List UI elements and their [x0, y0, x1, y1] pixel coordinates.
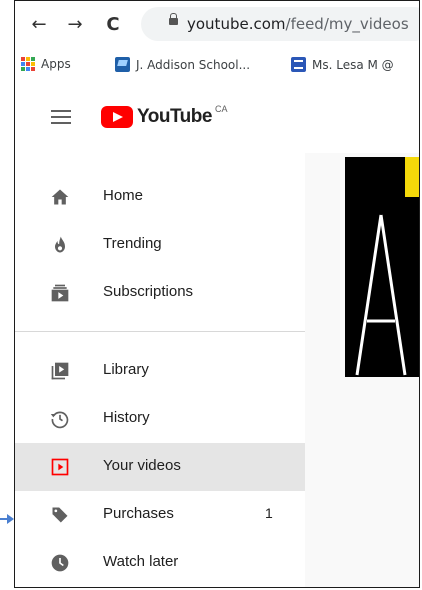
region-code: CA [214, 104, 228, 114]
sidebar-item-label: Trending [103, 235, 162, 252]
video-thumbnail[interactable] [345, 157, 419, 377]
bookmark-school[interactable]: J. Addison School... [115, 57, 250, 72]
bookmarks-bar: Apps J. Addison School... Ms. Lesa M @ [15, 47, 419, 84]
url-host: youtube.com [187, 15, 286, 33]
reload-button[interactable]: C [103, 15, 123, 35]
thumbnail-accent [405, 157, 419, 197]
subscriptions-icon [49, 282, 71, 304]
sidebar-item-label: Watch later [103, 553, 179, 570]
sidebar-item-history[interactable]: History [15, 395, 305, 443]
sidebar-item-label: History [103, 409, 150, 426]
watch-later-icon [49, 552, 71, 574]
browser-toolbar: ← → C youtube.com/feed/my_videos [15, 1, 419, 47]
forward-button[interactable]: → [65, 15, 85, 35]
sidebar-divider [15, 331, 305, 332]
menu-icon[interactable] [51, 110, 73, 126]
apps-grid-icon [21, 57, 35, 71]
sidebar-item-label: Subscriptions [103, 283, 194, 300]
main-content [305, 153, 419, 587]
sidebar-item-label: Library [103, 361, 149, 378]
sidebar-item-library[interactable]: Library [15, 347, 305, 395]
purchases-count: 1 [265, 505, 273, 521]
sidebar-item-label: Your videos [103, 457, 181, 474]
back-button[interactable]: ← [29, 15, 49, 35]
address-bar[interactable]: youtube.com/feed/my_videos [141, 7, 419, 41]
guide-sidebar: Home Trending Subscriptions Library Hist… [15, 153, 305, 587]
url-path: /feed/my_videos [285, 15, 409, 33]
pointer-arrow-icon [0, 514, 14, 524]
sidebar-item-label: Home [103, 187, 144, 204]
sidebar-item-home[interactable]: Home [15, 173, 305, 221]
bookmark-teacher[interactable]: Ms. Lesa M @ [291, 57, 394, 72]
your-videos-icon [49, 456, 71, 478]
calendar-icon [291, 57, 306, 72]
school-site-icon [115, 57, 130, 72]
forward-arrow-icon: → [67, 14, 83, 35]
bookmark-label: J. Addison School... [136, 57, 251, 72]
home-icon [49, 186, 71, 208]
sidebar-item-purchases[interactable]: Purchases 1 [15, 491, 305, 539]
sidebar-item-subscriptions[interactable]: Subscriptions [15, 269, 305, 317]
youtube-header: YouTube CA [15, 83, 419, 153]
sidebar-item-trending[interactable]: Trending [15, 221, 305, 269]
youtube-play-icon [101, 106, 133, 128]
url-text: youtube.com/feed/my_videos [187, 15, 409, 33]
trending-icon [49, 234, 71, 256]
screenshot-frame: ← → C youtube.com/feed/my_videos Apps J.… [14, 0, 420, 588]
sidebar-item-your-videos[interactable]: Your videos [15, 443, 305, 491]
bookmark-label: Ms. Lesa M @ [312, 57, 394, 72]
youtube-logo[interactable]: YouTube CA [101, 104, 228, 128]
reload-icon: C [106, 14, 120, 35]
back-arrow-icon: ← [31, 14, 47, 35]
youtube-wordmark: YouTube [137, 106, 212, 127]
sidebar-item-watch-later[interactable]: Watch later [15, 539, 305, 587]
sidebar-item-label: Purchases [103, 505, 174, 522]
history-icon [49, 408, 71, 430]
bookmark-label: Apps [41, 57, 71, 71]
purchases-tag-icon [49, 504, 71, 526]
bookmark-apps[interactable]: Apps [21, 57, 71, 71]
lock-icon [169, 13, 178, 25]
library-icon [49, 360, 71, 382]
